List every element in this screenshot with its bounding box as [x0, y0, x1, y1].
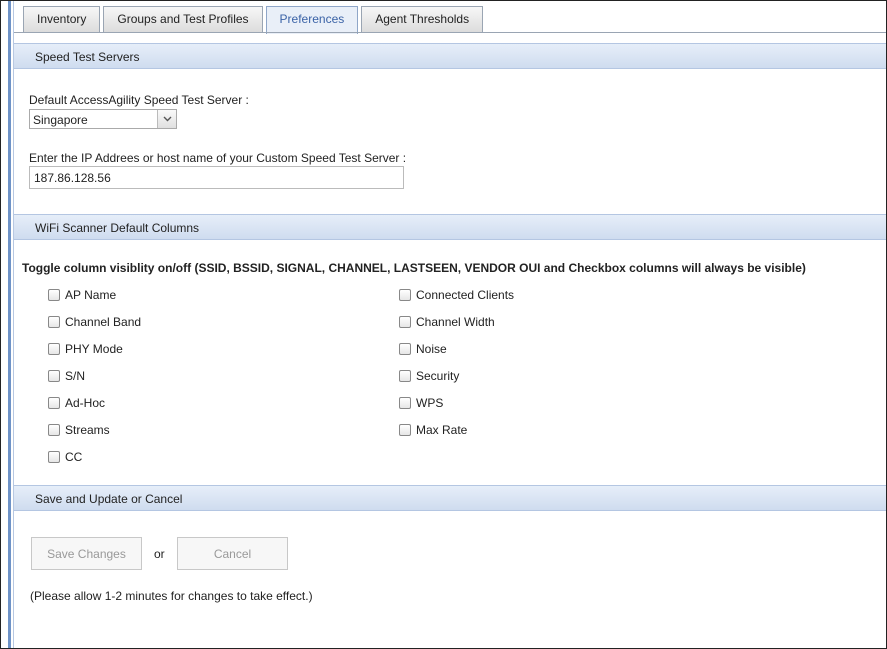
checkbox[interactable]: [48, 343, 60, 355]
checkbox-label: PHY Mode: [65, 342, 123, 356]
wifi-scanner-columns-header: WiFi Scanner Default Columns: [14, 214, 886, 240]
save-section-header: Save and Update or Cancel: [14, 485, 886, 511]
column-toggle-max-rate[interactable]: Max Rate: [399, 423, 467, 437]
tab-divider: [14, 32, 886, 33]
checkbox-label: CC: [65, 450, 83, 464]
checkbox[interactable]: [399, 289, 411, 301]
column-toggle-connected-clients[interactable]: Connected Clients: [399, 288, 514, 302]
column-toggle-channel-band[interactable]: Channel Band: [48, 315, 141, 329]
checkbox-label: Noise: [416, 342, 447, 356]
checkbox-label: Security: [416, 369, 460, 383]
preferences-panel: Inventory Groups and Test Profiles Prefe…: [0, 0, 887, 649]
checkbox-label: Streams: [65, 423, 110, 437]
checkbox-label: S/N: [65, 369, 86, 383]
checkbox-label: Channel Band: [65, 315, 142, 329]
tab-agent-thresholds[interactable]: Agent Thresholds: [361, 6, 484, 32]
column-toggle-channel-width[interactable]: Channel Width: [399, 315, 495, 329]
column-toggle-streams[interactable]: Streams: [48, 423, 110, 437]
save-changes-button[interactable]: Save Changes: [31, 537, 142, 570]
checkbox-label: WPS: [416, 396, 444, 410]
tab-groups-and-test-profiles[interactable]: Groups and Test Profiles: [103, 6, 263, 32]
default-server-select[interactable]: Singapore: [29, 109, 177, 129]
left-border-line: [13, 1, 14, 648]
column-toggle-cc[interactable]: CC: [48, 450, 82, 464]
checkbox-label: Connected Clients: [416, 288, 515, 302]
speed-test-servers-header: Speed Test Servers: [14, 43, 886, 69]
chevron-down-icon[interactable]: [157, 110, 176, 128]
checkbox[interactable]: [48, 289, 60, 301]
cancel-button[interactable]: Cancel: [177, 537, 288, 570]
checkbox[interactable]: [399, 343, 411, 355]
tab-bar: Inventory Groups and Test Profiles Prefe…: [23, 6, 484, 34]
checkbox[interactable]: [399, 424, 411, 436]
left-border-bar: [8, 1, 11, 648]
checkbox[interactable]: [399, 370, 411, 382]
column-toggle-security[interactable]: Security: [399, 369, 459, 383]
checkbox[interactable]: [48, 451, 60, 463]
column-toggle-sn[interactable]: S/N: [48, 369, 85, 383]
checkbox[interactable]: [399, 397, 411, 409]
checkbox-label: Channel Width: [416, 315, 495, 329]
checkbox-label: Max Rate: [416, 423, 468, 437]
checkbox-label: AP Name: [65, 288, 117, 302]
checkbox-label: Ad-Hoc: [65, 396, 106, 410]
checkbox[interactable]: [399, 316, 411, 328]
default-server-value: Singapore: [33, 113, 88, 127]
column-toggle-phy-mode[interactable]: PHY Mode: [48, 342, 123, 356]
custom-server-input[interactable]: [29, 166, 404, 189]
tab-inventory[interactable]: Inventory: [23, 6, 101, 32]
checkbox[interactable]: [48, 397, 60, 409]
column-toggle-wps[interactable]: WPS: [399, 396, 443, 410]
checkbox[interactable]: [48, 424, 60, 436]
tab-preferences[interactable]: Preferences: [265, 6, 359, 34]
column-toggle-ap-name[interactable]: AP Name: [48, 288, 116, 302]
column-toggle-ad-hoc[interactable]: Ad-Hoc: [48, 396, 105, 410]
default-server-label: Default AccessAgility Speed Test Server …: [29, 93, 249, 107]
changes-note: (Please allow 1-2 minutes for changes to…: [30, 589, 313, 603]
checkbox[interactable]: [48, 370, 60, 382]
column-toggle-noise[interactable]: Noise: [399, 342, 447, 356]
custom-server-label: Enter the IP Addrees or host name of you…: [29, 151, 407, 165]
toggle-columns-title: Toggle column visiblity on/off (SSID, BS…: [22, 261, 806, 275]
or-text: or: [154, 547, 165, 561]
checkbox[interactable]: [48, 316, 60, 328]
